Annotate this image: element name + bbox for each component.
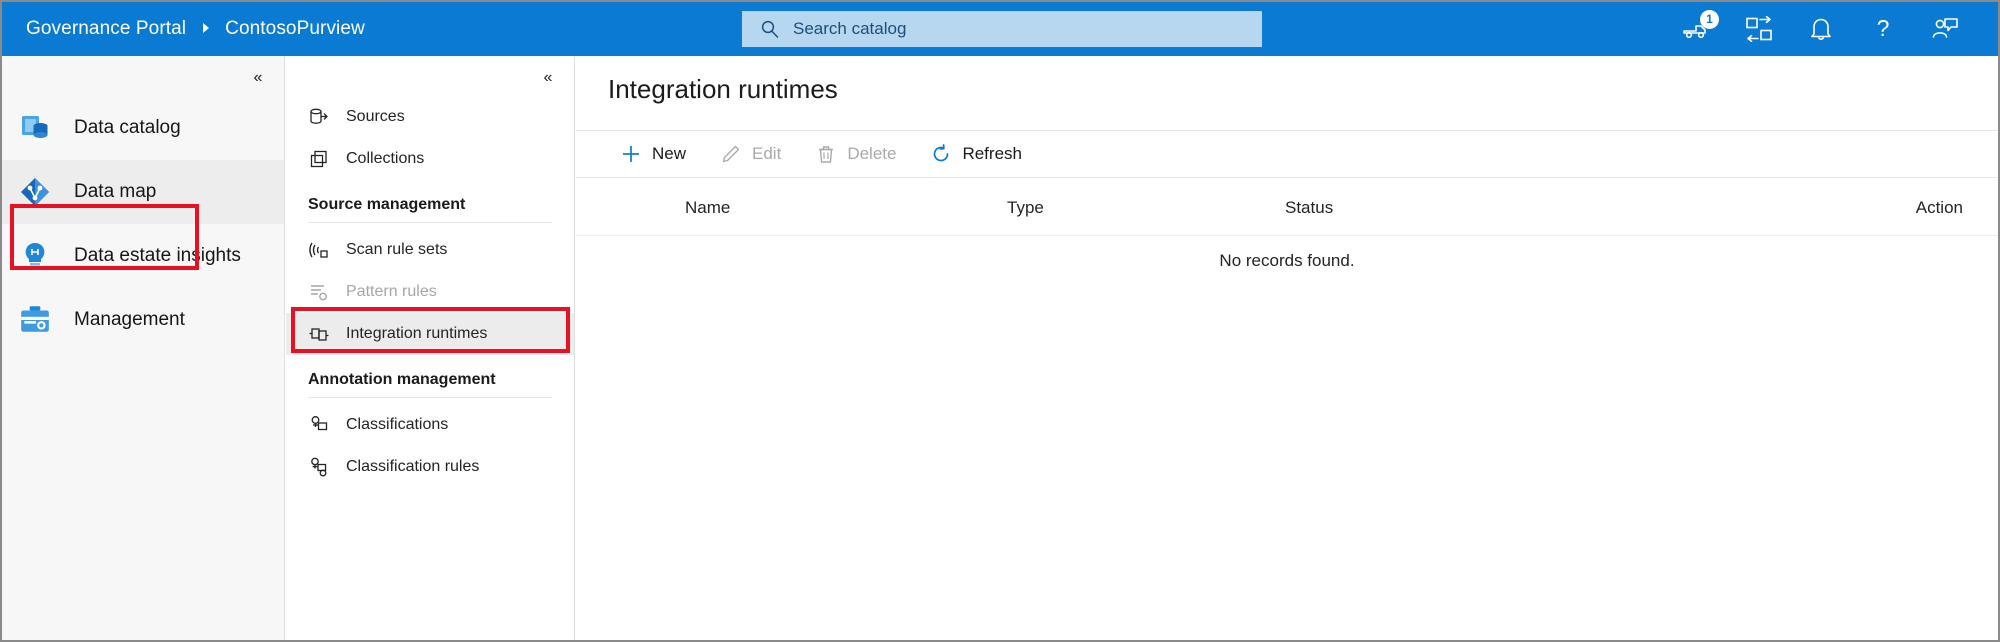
sidebar-item-label: Data map xyxy=(74,181,157,202)
refresh-button[interactable]: Refresh xyxy=(918,136,1034,172)
classifications-icon xyxy=(308,414,330,436)
sub-nav-item-classification-rules[interactable]: Classification rules xyxy=(286,446,574,488)
sub-nav-panel: « Sources Collections Source management … xyxy=(286,56,575,640)
sub-nav-group-source-management: Source management xyxy=(308,196,466,213)
column-header-status[interactable]: Status xyxy=(1285,198,1333,218)
divider xyxy=(308,222,552,223)
sidebar-item-management[interactable]: Management xyxy=(2,288,284,352)
sidebar-item-label: Data estate insights xyxy=(74,245,241,266)
sub-nav-item-classifications[interactable]: Classifications xyxy=(286,404,574,446)
sub-nav-item-pattern-rules: Pattern rules xyxy=(286,271,574,313)
pattern-rules-icon xyxy=(308,281,330,303)
pencil-icon xyxy=(720,143,742,165)
integration-runtimes-icon xyxy=(308,323,330,345)
account-name[interactable]: ContosoPurview xyxy=(225,18,365,40)
sub-nav-collapse-button[interactable]: « xyxy=(532,64,562,92)
sidebar-item-label: Data catalog xyxy=(74,117,181,138)
sub-nav-item-label: Classification rules xyxy=(346,458,480,475)
command-bar: New Edit Delete Refresh xyxy=(576,130,1998,178)
column-header-type[interactable]: Type xyxy=(1007,198,1044,218)
collections-icon xyxy=(308,148,330,170)
column-header-name[interactable]: Name xyxy=(685,198,730,218)
search-icon xyxy=(760,19,780,39)
data-catalog-icon xyxy=(18,111,52,145)
sub-nav-item-label: Integration runtimes xyxy=(346,325,488,342)
divider xyxy=(308,397,552,398)
new-button[interactable]: New xyxy=(608,136,698,172)
sub-nav-item-label: Scan rule sets xyxy=(346,241,448,258)
help-question-icon[interactable]: ? xyxy=(1866,12,1900,46)
search-input[interactable]: Search catalog xyxy=(742,11,1262,47)
sidebar-item-data-catalog[interactable]: Data catalog xyxy=(2,96,284,160)
sub-nav-item-label: Sources xyxy=(346,108,405,125)
breadcrumb: Governance Portal ContosoPurview xyxy=(26,2,365,56)
sub-nav-item-collections[interactable]: Collections xyxy=(286,138,574,180)
left-nav-list: Data catalog Data map Data estate insigh… xyxy=(2,96,284,352)
command-label: Refresh xyxy=(962,144,1022,163)
command-label: Edit xyxy=(752,144,782,163)
chevron-double-left-icon: « xyxy=(543,69,553,86)
sub-nav-item-integration-runtimes[interactable]: Integration runtimes xyxy=(286,313,574,355)
page-title: Integration runtimes xyxy=(608,74,838,104)
command-label: Delete xyxy=(847,144,897,163)
left-nav-panel: « Data catalog Data map Data estate insi… xyxy=(2,56,285,640)
table-header-row: Name Type Status Action xyxy=(576,178,1998,236)
delete-button: Delete xyxy=(803,136,908,172)
refresh-circular-arrow-icon xyxy=(930,143,952,165)
data-map-icon xyxy=(18,175,52,209)
main-content: Integration runtimes New Edit Delete Ref… xyxy=(576,56,1998,640)
search-placeholder: Search catalog xyxy=(793,19,907,38)
sidebar-item-label: Management xyxy=(74,309,185,330)
notification-count-badge: 1 xyxy=(1700,10,1719,29)
shipping-truck-icon[interactable]: 1 xyxy=(1680,10,1719,46)
scan-rule-sets-icon xyxy=(308,239,330,261)
data-estate-insights-icon xyxy=(18,239,52,273)
svg-text:?: ? xyxy=(1877,16,1890,41)
app-window: Governance Portal ContosoPurview Search … xyxy=(0,0,2000,642)
sub-nav-list: Sources Collections Source management Sc… xyxy=(286,96,574,488)
sub-nav-item-scan-rule-sets[interactable]: Scan rule sets xyxy=(286,229,574,271)
chevron-right-icon xyxy=(202,22,211,36)
plus-icon xyxy=(620,143,642,165)
sub-nav-item-label: Collections xyxy=(346,150,425,167)
classification-rules-icon xyxy=(308,456,330,478)
sub-nav-item-sources[interactable]: Sources xyxy=(286,96,574,138)
command-label: New xyxy=(652,144,687,163)
swap-layout-icon[interactable] xyxy=(1742,12,1776,46)
edit-button: Edit xyxy=(708,136,793,172)
empty-state-message: No records found. xyxy=(1219,251,1355,270)
sidebar-item-data-estate-insights[interactable]: Data estate insights xyxy=(2,224,284,288)
sidebar-item-data-map[interactable]: Data map xyxy=(2,160,284,224)
sub-nav-item-label: Classifications xyxy=(346,416,449,433)
brand-title[interactable]: Governance Portal xyxy=(26,18,186,40)
chevron-double-left-icon: « xyxy=(253,69,263,86)
top-bar: Governance Portal ContosoPurview Search … xyxy=(2,2,1998,56)
sources-icon xyxy=(308,106,330,128)
left-nav-collapse-button[interactable]: « xyxy=(242,64,272,92)
trash-icon xyxy=(815,143,837,165)
sub-nav-group-annotation-management: Annotation management xyxy=(308,371,496,388)
feedback-person-icon[interactable] xyxy=(1928,12,1962,46)
sub-nav-item-label: Pattern rules xyxy=(346,283,437,300)
top-bar-icon-group: 1 ? xyxy=(1680,2,1962,56)
notifications-bell-icon[interactable] xyxy=(1804,12,1838,46)
column-header-action[interactable]: Action xyxy=(1916,198,1963,218)
management-toolbox-icon xyxy=(21,306,49,332)
